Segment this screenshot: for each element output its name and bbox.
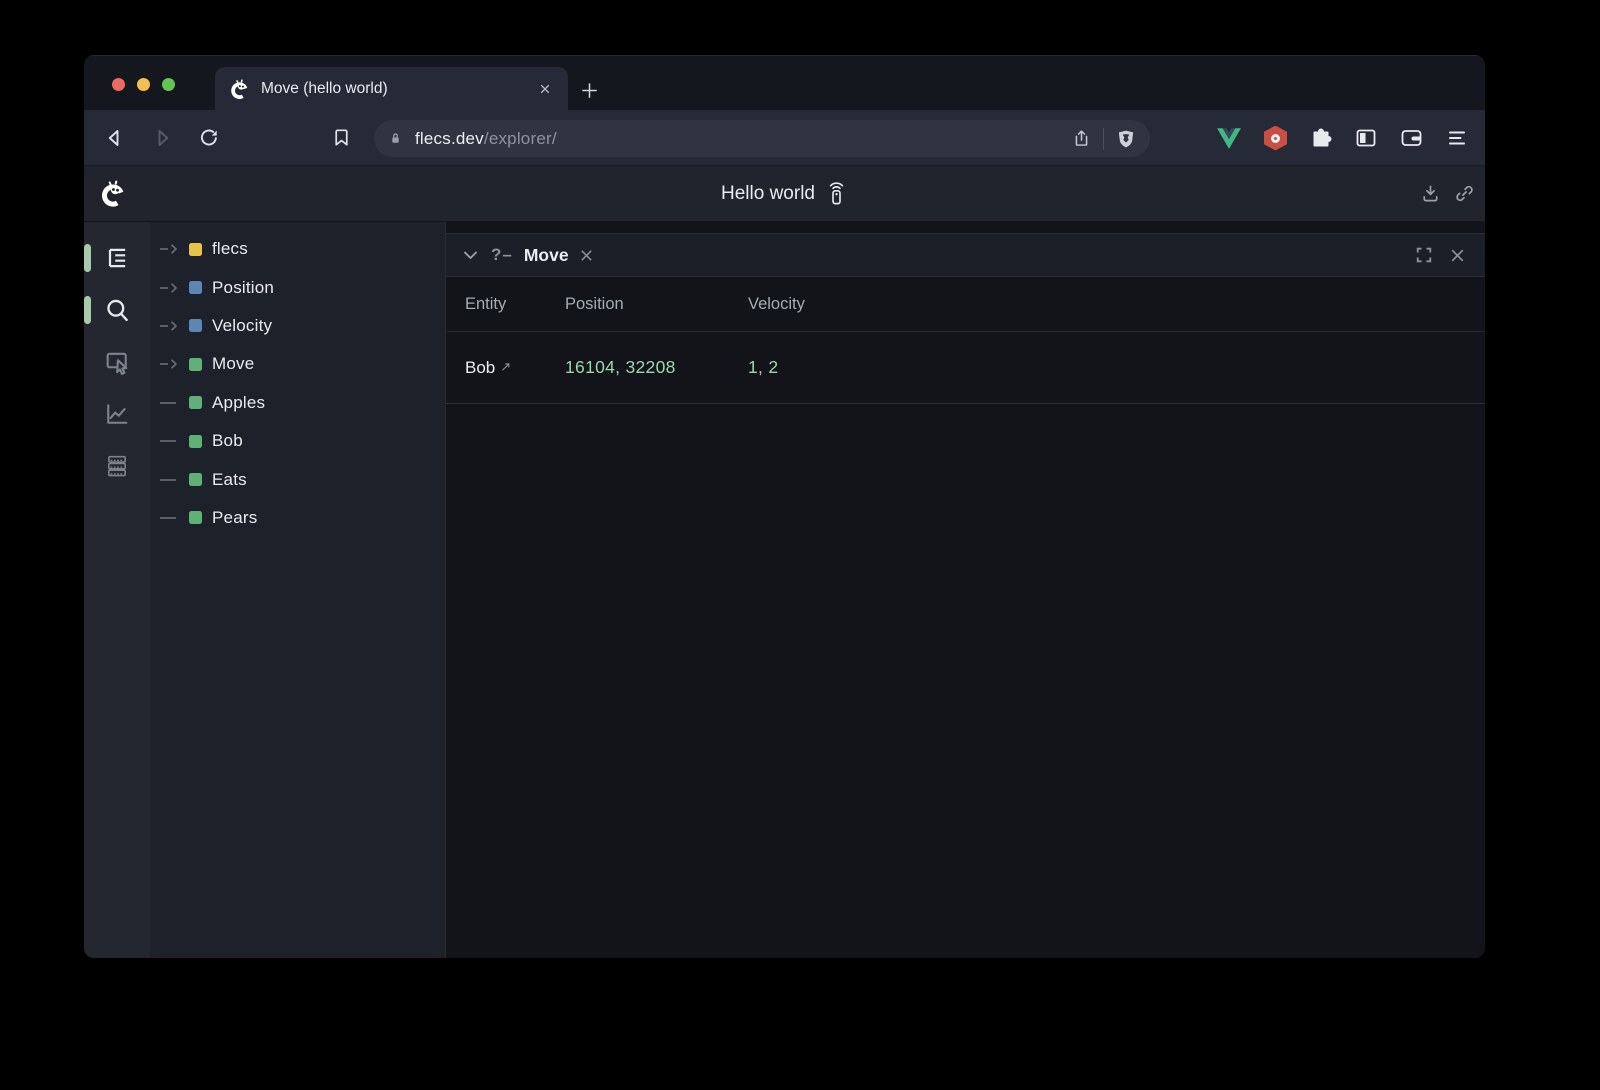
remote-icon [826, 182, 848, 206]
expand-arrow-icon[interactable] [159, 282, 181, 294]
leaf-line-icon [159, 474, 181, 486]
tree-item-pears[interactable]: Pears [150, 499, 445, 537]
tree-item-apples[interactable]: Apples [150, 384, 445, 422]
world-title: Hello world [721, 182, 848, 206]
query-clear-icon[interactable] [579, 248, 594, 263]
stats-panel-icon[interactable] [103, 400, 131, 428]
wallet-icon[interactable] [1399, 126, 1424, 150]
open-entity-icon[interactable]: ↗ [500, 359, 511, 374]
back-icon[interactable] [103, 126, 127, 150]
tree-item-eats[interactable]: Eats [150, 460, 445, 498]
extension-icons [1216, 110, 1469, 166]
tree-item-flecs[interactable]: flecs [150, 230, 445, 268]
tab-close-icon[interactable] [536, 80, 554, 98]
fullscreen-icon[interactable] [1415, 246, 1433, 264]
column-header-velocity: Velocity [748, 295, 1485, 314]
entity-color-swatch [189, 281, 202, 294]
column-header-position: Position [565, 295, 748, 314]
bookmark-icon[interactable] [330, 126, 353, 149]
tree-item-position[interactable]: Position [150, 268, 445, 306]
flecs-favicon [229, 79, 250, 100]
divider [1103, 128, 1104, 150]
entity-tree: flecs Position Velocity Move Apples [150, 222, 445, 958]
search-panel-icon[interactable] [103, 296, 131, 324]
entity-color-swatch [189, 435, 202, 448]
query-panel-header: ?– Move [446, 233, 1485, 277]
leaf-line-icon [159, 397, 181, 409]
share-icon[interactable] [1071, 128, 1092, 149]
url-text: flecs.dev/explorer/ [415, 129, 557, 149]
tree-item-velocity[interactable]: Velocity [150, 307, 445, 345]
entity-color-swatch [189, 358, 202, 371]
extensions-puzzle-icon[interactable] [1309, 126, 1333, 150]
table-header: Entity Position Velocity [446, 277, 1485, 332]
entity-color-swatch [189, 473, 202, 486]
hexagon-extension-icon[interactable] [1263, 126, 1288, 151]
tab-bar: Move (hello world) [84, 55, 1485, 110]
world-title-text: Hello world [721, 183, 815, 205]
flecs-logo-icon[interactable] [99, 180, 127, 208]
tree-panel-icon[interactable] [103, 244, 131, 272]
query-panel: ?– Move Entity Position Velocity [445, 222, 1485, 958]
traffic-lights [112, 78, 175, 91]
active-indicator [84, 244, 91, 272]
lock-icon [387, 130, 404, 147]
menu-icon[interactable] [1445, 126, 1469, 150]
panel-close-icon[interactable] [1449, 247, 1466, 264]
table-row[interactable]: Bob ↗ 16104, 32208 1, 2 [446, 332, 1485, 404]
tab-title: Move (hello world) [261, 80, 525, 98]
row-entity-name[interactable]: Bob [465, 358, 495, 377]
reload-icon[interactable] [197, 126, 221, 150]
close-window-button[interactable] [112, 78, 125, 91]
row-position-value: 16104, 32208 [565, 357, 748, 378]
tree-item-bob[interactable]: Bob [150, 422, 445, 460]
explorer-header: Hello world [84, 166, 1485, 222]
browser-tab[interactable]: Move (hello world) [215, 67, 568, 111]
vue-extension-icon[interactable] [1216, 126, 1242, 150]
browser-toolbar: flecs.dev/explorer/ [84, 110, 1485, 166]
tool-strip [84, 222, 150, 958]
leaf-line-icon [159, 435, 181, 447]
expand-arrow-icon[interactable] [159, 358, 181, 370]
entity-color-swatch [189, 319, 202, 332]
zoom-window-button[interactable] [162, 78, 175, 91]
tree-item-move[interactable]: Move [150, 345, 445, 383]
url-bar[interactable]: flecs.dev/explorer/ [374, 120, 1150, 157]
active-indicator [84, 296, 91, 324]
minimize-window-button[interactable] [137, 78, 150, 91]
entity-color-swatch [189, 511, 202, 524]
link-icon[interactable] [1453, 182, 1476, 205]
entity-color-swatch [189, 243, 202, 256]
query-title: Move [524, 245, 569, 266]
download-icon[interactable] [1419, 182, 1442, 205]
expand-arrow-icon[interactable] [159, 320, 181, 332]
entity-color-swatch [189, 396, 202, 409]
forward-icon[interactable] [150, 126, 174, 150]
row-velocity-value: 1, 2 [748, 357, 1485, 378]
commands-panel-icon[interactable] [103, 452, 131, 480]
leaf-line-icon [159, 512, 181, 524]
chevron-down-icon[interactable] [463, 250, 478, 261]
brave-shield-icon[interactable] [1115, 128, 1137, 150]
new-tab-button[interactable] [578, 79, 601, 102]
query-glyph: ?– [491, 245, 513, 265]
inspect-panel-icon[interactable] [103, 348, 131, 376]
browser-window: Move (hello world) flecs.dev/explorer/ [84, 55, 1485, 958]
expand-arrow-icon[interactable] [159, 243, 181, 255]
column-header-entity: Entity [446, 295, 565, 314]
sidebar-toggle-icon[interactable] [1354, 126, 1378, 150]
